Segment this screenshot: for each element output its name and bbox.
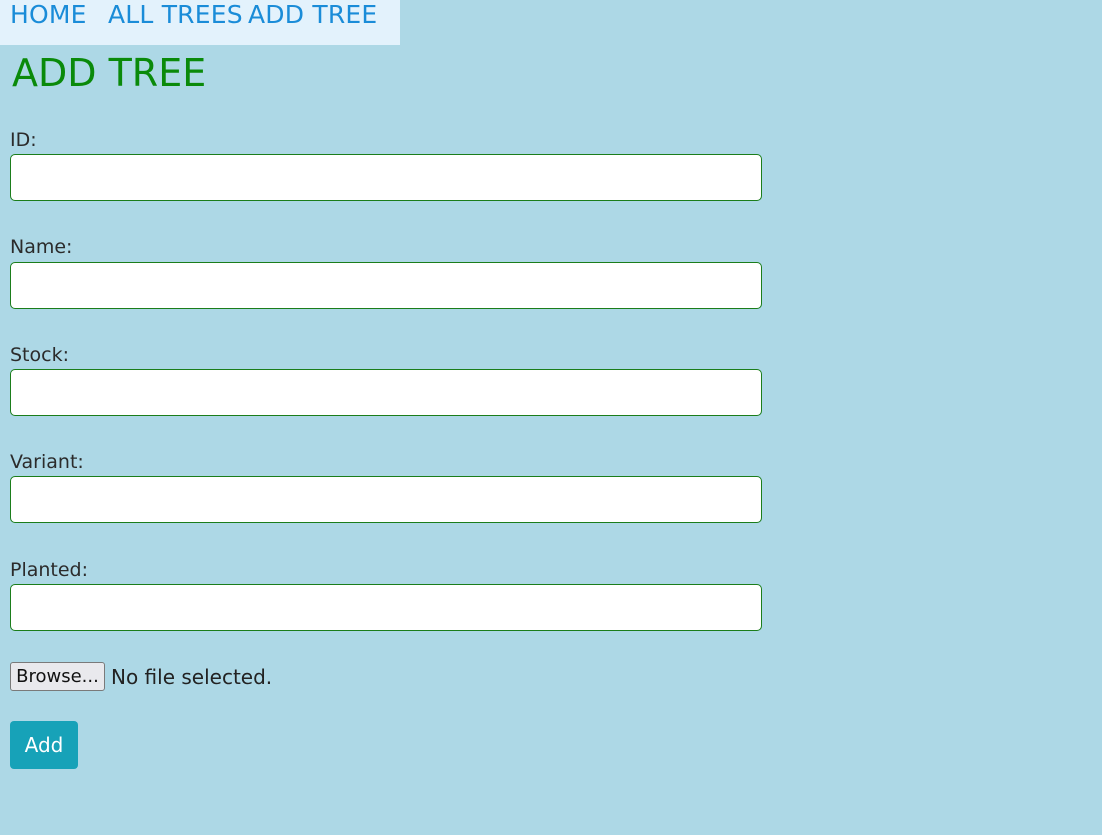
- stock-input[interactable]: [10, 369, 762, 416]
- planted-label: Planted:: [10, 559, 89, 581]
- id-input[interactable]: [10, 154, 762, 201]
- nav-all-trees-link[interactable]: ALL TREES: [108, 0, 243, 30]
- top-navbar: HOME ALL TREES ADD TREE: [0, 0, 400, 45]
- id-label: ID:: [10, 129, 37, 151]
- nav-add-tree-link[interactable]: ADD TREE: [248, 0, 377, 30]
- name-label: Name:: [10, 236, 73, 258]
- name-input[interactable]: [10, 262, 762, 309]
- stock-label: Stock:: [10, 344, 69, 366]
- nav-home-link[interactable]: HOME: [10, 0, 87, 30]
- page-title: ADD TREE: [12, 51, 207, 95]
- add-button[interactable]: Add: [10, 721, 78, 769]
- planted-input[interactable]: [10, 584, 762, 631]
- browse-button[interactable]: Browse...: [10, 662, 105, 691]
- variant-label: Variant:: [10, 451, 84, 473]
- variant-input[interactable]: [10, 476, 762, 523]
- file-status-text: No file selected.: [111, 665, 273, 689]
